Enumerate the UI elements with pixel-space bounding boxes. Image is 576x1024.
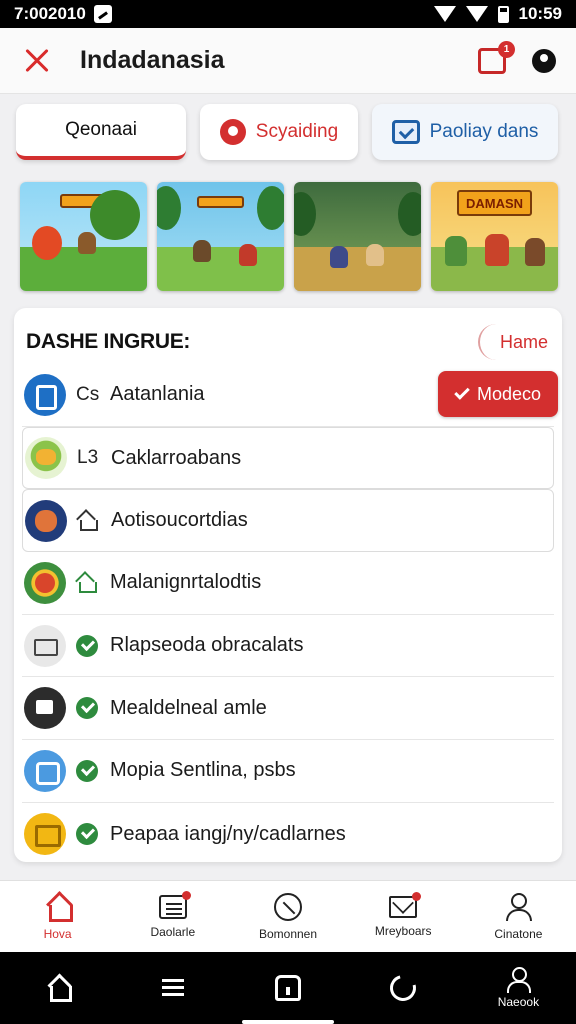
chip-label: Qeonaai bbox=[65, 119, 137, 140]
menu-icon bbox=[160, 975, 186, 1001]
item-label: Mealdelneal amle bbox=[110, 696, 267, 719]
house-icon bbox=[77, 512, 98, 531]
system-nav-bar: Naeook bbox=[0, 952, 576, 1024]
person-icon bbox=[503, 892, 533, 921]
battery-icon bbox=[497, 5, 509, 23]
character-avatar bbox=[24, 561, 66, 604]
chip-first[interactable]: Qeonaai bbox=[16, 104, 186, 160]
list-item[interactable]: Mealdelneal amle bbox=[22, 677, 554, 741]
check-circle-icon bbox=[76, 759, 98, 782]
system-refresh-button[interactable] bbox=[346, 970, 461, 1006]
name-button[interactable]: Hame bbox=[477, 324, 550, 360]
nav-label: Hova bbox=[43, 926, 72, 941]
item-code: Cs bbox=[76, 383, 100, 405]
house-icon bbox=[76, 574, 97, 593]
home-icon bbox=[45, 975, 72, 1002]
check-icon bbox=[454, 384, 470, 400]
nav-label: Daolarle bbox=[150, 924, 196, 939]
item-label: Peapaa iangj/ny/cadlarnes bbox=[110, 822, 346, 845]
item-label: Rlapseoda obracalats bbox=[110, 634, 304, 657]
nav-profile[interactable]: Cinatone bbox=[461, 881, 576, 952]
chip-third[interactable]: Paoliay dans bbox=[372, 104, 558, 160]
house-icon bbox=[275, 975, 301, 1001]
list-item[interactable]: Aotisoucortdias bbox=[22, 489, 554, 553]
game-carousel: DAMASN bbox=[20, 182, 558, 291]
system-profile-button[interactable]: Naeook bbox=[461, 967, 576, 1009]
item-label: Malanignrtalodtis bbox=[110, 571, 262, 594]
nav-home[interactable]: Hova bbox=[0, 881, 115, 952]
game-banner: DAMASN bbox=[457, 190, 532, 216]
item-label: Mopia Sentlina, psbs bbox=[110, 759, 296, 782]
chip-label: Scyaiding bbox=[255, 121, 339, 142]
chip-second[interactable]: Scyaiding bbox=[200, 104, 358, 160]
item-code: L3 bbox=[77, 447, 99, 469]
check-circle-icon bbox=[76, 634, 98, 657]
mail-icon bbox=[389, 891, 422, 918]
app-bar: Indadanasia 1 bbox=[0, 28, 576, 94]
person-icon bbox=[505, 967, 532, 993]
status-bar: 7:002010 10:59 bbox=[0, 0, 576, 28]
list-item[interactable]: Malanignrtalodtis bbox=[22, 552, 554, 615]
compass-icon bbox=[274, 892, 302, 921]
system-home-button[interactable] bbox=[0, 975, 115, 1002]
calendar-check-icon bbox=[391, 120, 420, 144]
page-title: Indadanasia bbox=[80, 46, 225, 74]
character-avatar bbox=[25, 437, 67, 480]
game-tile-3[interactable] bbox=[294, 182, 421, 291]
inbox-button[interactable]: 1 bbox=[478, 40, 515, 74]
signal-icon bbox=[465, 6, 488, 22]
game-tile-1[interactable] bbox=[20, 182, 147, 291]
status-time: 7:002010 bbox=[14, 4, 86, 23]
list-item[interactable]: Peapaa iangj/ny/cadlarnes bbox=[22, 803, 554, 866]
refresh-icon bbox=[385, 970, 421, 1006]
notification-badge: 1 bbox=[498, 40, 515, 58]
chip-label: Paoliay dans bbox=[429, 121, 539, 142]
home-indicator bbox=[242, 1020, 334, 1024]
nav-label: Bomonnen bbox=[258, 926, 318, 941]
edit-icon bbox=[24, 749, 66, 792]
wifi-icon bbox=[433, 6, 456, 22]
account-icon[interactable] bbox=[532, 48, 556, 73]
status-clock: 10:59 bbox=[518, 4, 562, 23]
nav-messages[interactable]: Mreyboars bbox=[346, 881, 461, 952]
list-item[interactable]: Cs Aatanlania Modeco bbox=[22, 364, 558, 427]
id-card-icon bbox=[24, 687, 66, 730]
content-panel: DASHE INGRUE: Hame Cs Aatanlania Modeco … bbox=[14, 308, 562, 862]
panel-title: DASHE INGRUE: bbox=[26, 330, 191, 353]
system-menu-button[interactable] bbox=[115, 975, 230, 1001]
nav-explore[interactable]: Bomonnen bbox=[230, 881, 345, 952]
mail-icon bbox=[24, 624, 66, 667]
list-item[interactable]: L3 Caklarroabans bbox=[22, 426, 554, 490]
item-label: Aatanlania bbox=[110, 383, 205, 406]
nav-label: Mreyboars bbox=[374, 923, 432, 938]
bottom-nav: Hova Daolarle Bomonnen Mreyboars Cinaton… bbox=[0, 880, 576, 952]
close-icon[interactable] bbox=[20, 44, 54, 78]
item-list: Cs Aatanlania Modeco L3 Caklarroabans Ao… bbox=[22, 364, 558, 866]
check-circle-icon bbox=[76, 697, 98, 720]
list-item[interactable]: Rlapseoda obracalats bbox=[22, 615, 554, 678]
folder-icon bbox=[24, 813, 66, 856]
nav-dashboard[interactable]: Daolarle bbox=[115, 881, 230, 952]
list-icon bbox=[158, 890, 191, 919]
system-profile-label: Naeook bbox=[497, 995, 540, 1009]
location-pin-icon bbox=[219, 119, 246, 145]
system-center-button[interactable] bbox=[230, 975, 345, 1001]
filter-chips: Qeonaai Scyaiding Paoliay dans bbox=[16, 104, 560, 160]
mode-button[interactable]: Modeco bbox=[438, 371, 558, 417]
list-item[interactable]: Mopia Sentlina, psbs bbox=[22, 740, 554, 803]
mode-button-label: Modeco bbox=[476, 383, 542, 404]
character-avatar bbox=[25, 499, 67, 542]
check-circle-icon bbox=[76, 823, 98, 846]
game-tile-2[interactable] bbox=[157, 182, 284, 291]
notification-icon bbox=[93, 5, 112, 23]
item-label: Caklarroabans bbox=[111, 446, 242, 469]
item-label: Aotisoucortdias bbox=[111, 509, 248, 532]
game-tile-4[interactable]: DAMASN bbox=[431, 182, 558, 291]
home-icon bbox=[43, 893, 73, 922]
nav-label: Cinatone bbox=[494, 926, 543, 941]
document-icon bbox=[24, 373, 66, 416]
